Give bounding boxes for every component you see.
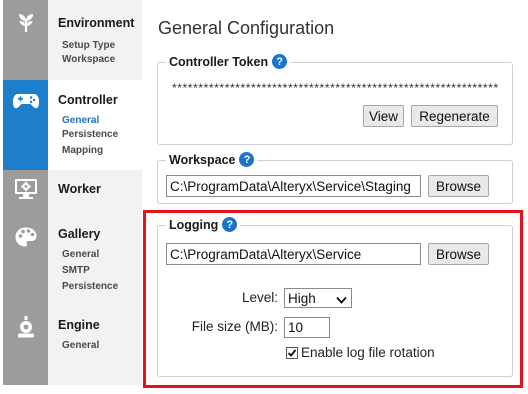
controller-token-title: Controller Token xyxy=(169,54,269,69)
sidebar-nav: Environment Setup Type Workspace Control… xyxy=(48,0,142,385)
nav-section-gallery[interactable]: Gallery xyxy=(58,227,100,241)
controller-token-group: Controller Token ? *********************… xyxy=(157,54,513,145)
workspace-browse-button[interactable]: Browse xyxy=(428,175,489,197)
page-title: General Configuration xyxy=(158,18,335,38)
controller-token-help-icon[interactable]: ? xyxy=(272,54,288,69)
regenerate-token-button[interactable]: Regenerate xyxy=(411,105,498,127)
computer-gear-icon[interactable] xyxy=(3,174,48,204)
nav-item-gallery-persistence[interactable]: Persistence xyxy=(62,281,118,292)
nav-section-controller[interactable]: Controller xyxy=(58,93,118,107)
nav-item-gallery-smtp[interactable]: SMTP xyxy=(62,265,90,276)
view-token-button[interactable]: View xyxy=(363,105,404,127)
palette-icon[interactable] xyxy=(3,222,48,252)
nav-item-gallery-general[interactable]: General xyxy=(62,249,99,260)
workspace-title: Workspace xyxy=(169,152,236,167)
nav-item-controller-mapping[interactable]: Mapping xyxy=(62,145,103,156)
workspace-path-input[interactable]: C:\ProgramData\Alteryx\Service\Staging xyxy=(166,175,421,197)
sidebar-icon-column xyxy=(3,0,48,385)
logging-highlight-box xyxy=(143,210,523,388)
controller-token-legend: Controller Token ? xyxy=(166,54,291,69)
nav-section-engine[interactable]: Engine xyxy=(58,318,100,332)
nav-item-engine-general[interactable]: General xyxy=(62,340,99,351)
gamepad-icon[interactable] xyxy=(3,86,48,116)
engine-icon[interactable] xyxy=(3,312,48,342)
leaf-icon[interactable] xyxy=(3,8,48,38)
nav-section-worker[interactable]: Worker xyxy=(58,182,101,196)
nav-section-environment[interactable]: Environment xyxy=(58,16,134,30)
nav-item-setup-type[interactable]: Setup Type xyxy=(62,40,115,51)
nav-item-workspace[interactable]: Workspace xyxy=(62,54,115,65)
nav-item-controller-general[interactable]: General xyxy=(62,115,99,126)
nav-item-controller-persistence[interactable]: Persistence xyxy=(62,129,118,140)
workspace-help-icon[interactable]: ? xyxy=(239,152,255,167)
workspace-group: Workspace ? C:\ProgramData\Alteryx\Servi… xyxy=(157,152,513,204)
workspace-legend: Workspace ? xyxy=(166,152,258,167)
controller-token-value: ****************************************… xyxy=(172,81,499,95)
